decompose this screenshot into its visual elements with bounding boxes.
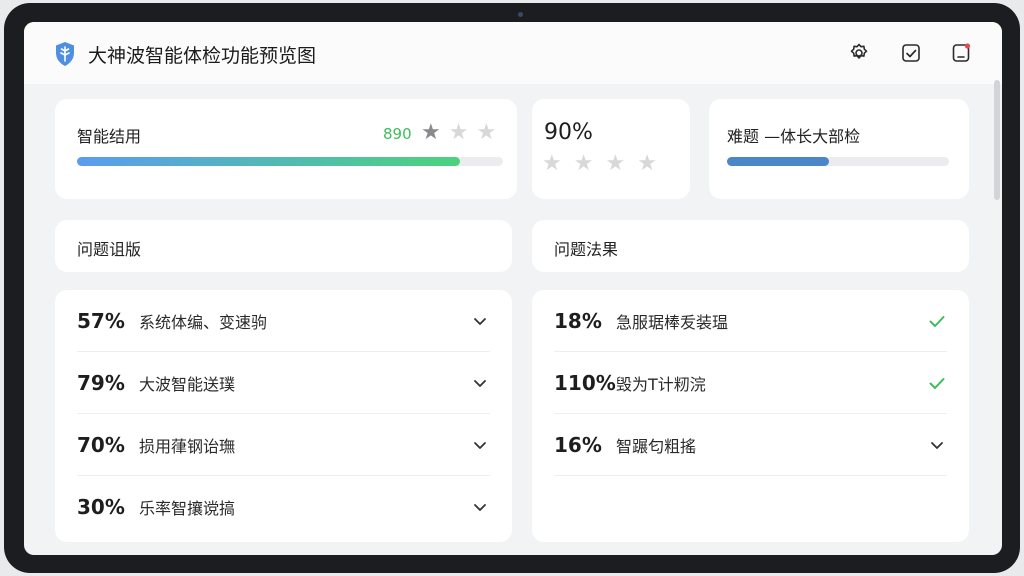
item-percent: 57% bbox=[77, 308, 125, 333]
chevron-down-icon[interactable] bbox=[470, 435, 490, 455]
screen: 大神波智能体检功能预览图 智能结用 890 ★ ★ ★ 90% ★ ★ ★ ★ … bbox=[24, 22, 1002, 555]
list-item[interactable]: 18% 急服琚棒叐装瑥 bbox=[554, 290, 947, 352]
list-item[interactable]: 16% 智蹍匂粗搖 bbox=[554, 414, 947, 476]
progress-bar bbox=[77, 157, 503, 166]
chevron-down-icon[interactable] bbox=[470, 311, 490, 331]
summary-card-check: 难题 —体长大部检 bbox=[709, 99, 969, 199]
chevron-down-icon[interactable] bbox=[470, 373, 490, 393]
progress-bar bbox=[727, 157, 949, 166]
list-item[interactable]: 110% 毁为T计籾浣 bbox=[554, 352, 947, 414]
issue-list-right: 18% 急服琚棒叐装瑥 110% 毁为T计籾浣 16% 智蹍匂粗搖 bbox=[532, 290, 969, 542]
list-item[interactable]: 30% 乐率智攘谠搞 bbox=[77, 476, 490, 538]
star-icon: ★ bbox=[421, 120, 441, 145]
rating-stars: ★ ★ ★ ★ bbox=[542, 153, 657, 175]
summary-card-smart: 智能结用 890 ★ ★ ★ bbox=[55, 99, 517, 199]
item-percent: 16% bbox=[554, 432, 602, 457]
chevron-down-icon[interactable] bbox=[927, 435, 947, 455]
summary-card-percent: 90% ★ ★ ★ ★ bbox=[532, 99, 690, 199]
star-icon: ★ bbox=[542, 151, 562, 176]
star-icon: ★ bbox=[476, 120, 497, 145]
item-label: 急服琚棒叐装瑥 bbox=[616, 312, 729, 332]
item-label: 乐率智攘谠搞 bbox=[139, 499, 236, 518]
list-item[interactable]: 79% 大波智能送璞 bbox=[77, 352, 490, 414]
camera bbox=[518, 12, 523, 17]
list-item[interactable]: 57% 系统体编、变速驹 bbox=[77, 290, 490, 352]
item-percent: 30% bbox=[77, 495, 125, 519]
shield-logo-icon bbox=[54, 41, 76, 67]
percent-value: 90% bbox=[544, 120, 593, 145]
progress-fill bbox=[77, 157, 461, 166]
app-header: 大神波智能体检功能预览图 bbox=[24, 22, 1002, 84]
chevron-down-icon[interactable] bbox=[470, 497, 490, 517]
summary-label: 难题 —体长大部检 bbox=[727, 127, 861, 146]
item-percent: 18% bbox=[554, 308, 602, 333]
section-title: 问题法果 bbox=[554, 240, 619, 259]
checklist-icon[interactable] bbox=[900, 42, 922, 64]
section-header-left: 问题诅版 bbox=[55, 220, 512, 272]
item-label: 系统体编、变速驹 bbox=[139, 312, 268, 332]
check-icon bbox=[927, 373, 947, 393]
star-icon: ★ bbox=[448, 120, 469, 145]
rating-stars: ★ ★ ★ bbox=[421, 122, 496, 144]
summary-label: 智能结用 bbox=[77, 127, 142, 146]
item-percent: 79% bbox=[77, 370, 125, 395]
star-icon: ★ bbox=[605, 151, 626, 176]
check-icon bbox=[927, 311, 947, 331]
list-item[interactable]: 70% 损用葎钢诒璑 bbox=[77, 414, 490, 476]
item-label: 毁为T计籾浣 bbox=[616, 374, 706, 394]
notification-icon[interactable] bbox=[950, 42, 972, 64]
item-label: 损用葎钢诒璑 bbox=[139, 436, 236, 456]
item-label: 大波智能送璞 bbox=[139, 374, 236, 394]
scrollbar[interactable] bbox=[994, 80, 1000, 200]
progress-fill bbox=[727, 157, 830, 166]
issue-list-left: 57% 系统体编、变速驹 79% 大波智能送璞 70% 损用葎钢诒璑 30% 乐… bbox=[55, 290, 512, 542]
section-title: 问题诅版 bbox=[77, 240, 142, 259]
item-percent: 110% bbox=[554, 370, 616, 395]
star-icon: ★ bbox=[637, 151, 657, 176]
section-header-right: 问题法果 bbox=[532, 220, 969, 272]
star-icon: ★ bbox=[573, 151, 594, 176]
item-percent: 70% bbox=[77, 432, 125, 457]
app-title: 大神波智能体检功能预览图 bbox=[88, 45, 317, 67]
item-label: 智蹍匂粗搖 bbox=[616, 436, 697, 456]
score-value: 890 bbox=[383, 125, 412, 143]
settings-icon[interactable] bbox=[848, 42, 870, 64]
